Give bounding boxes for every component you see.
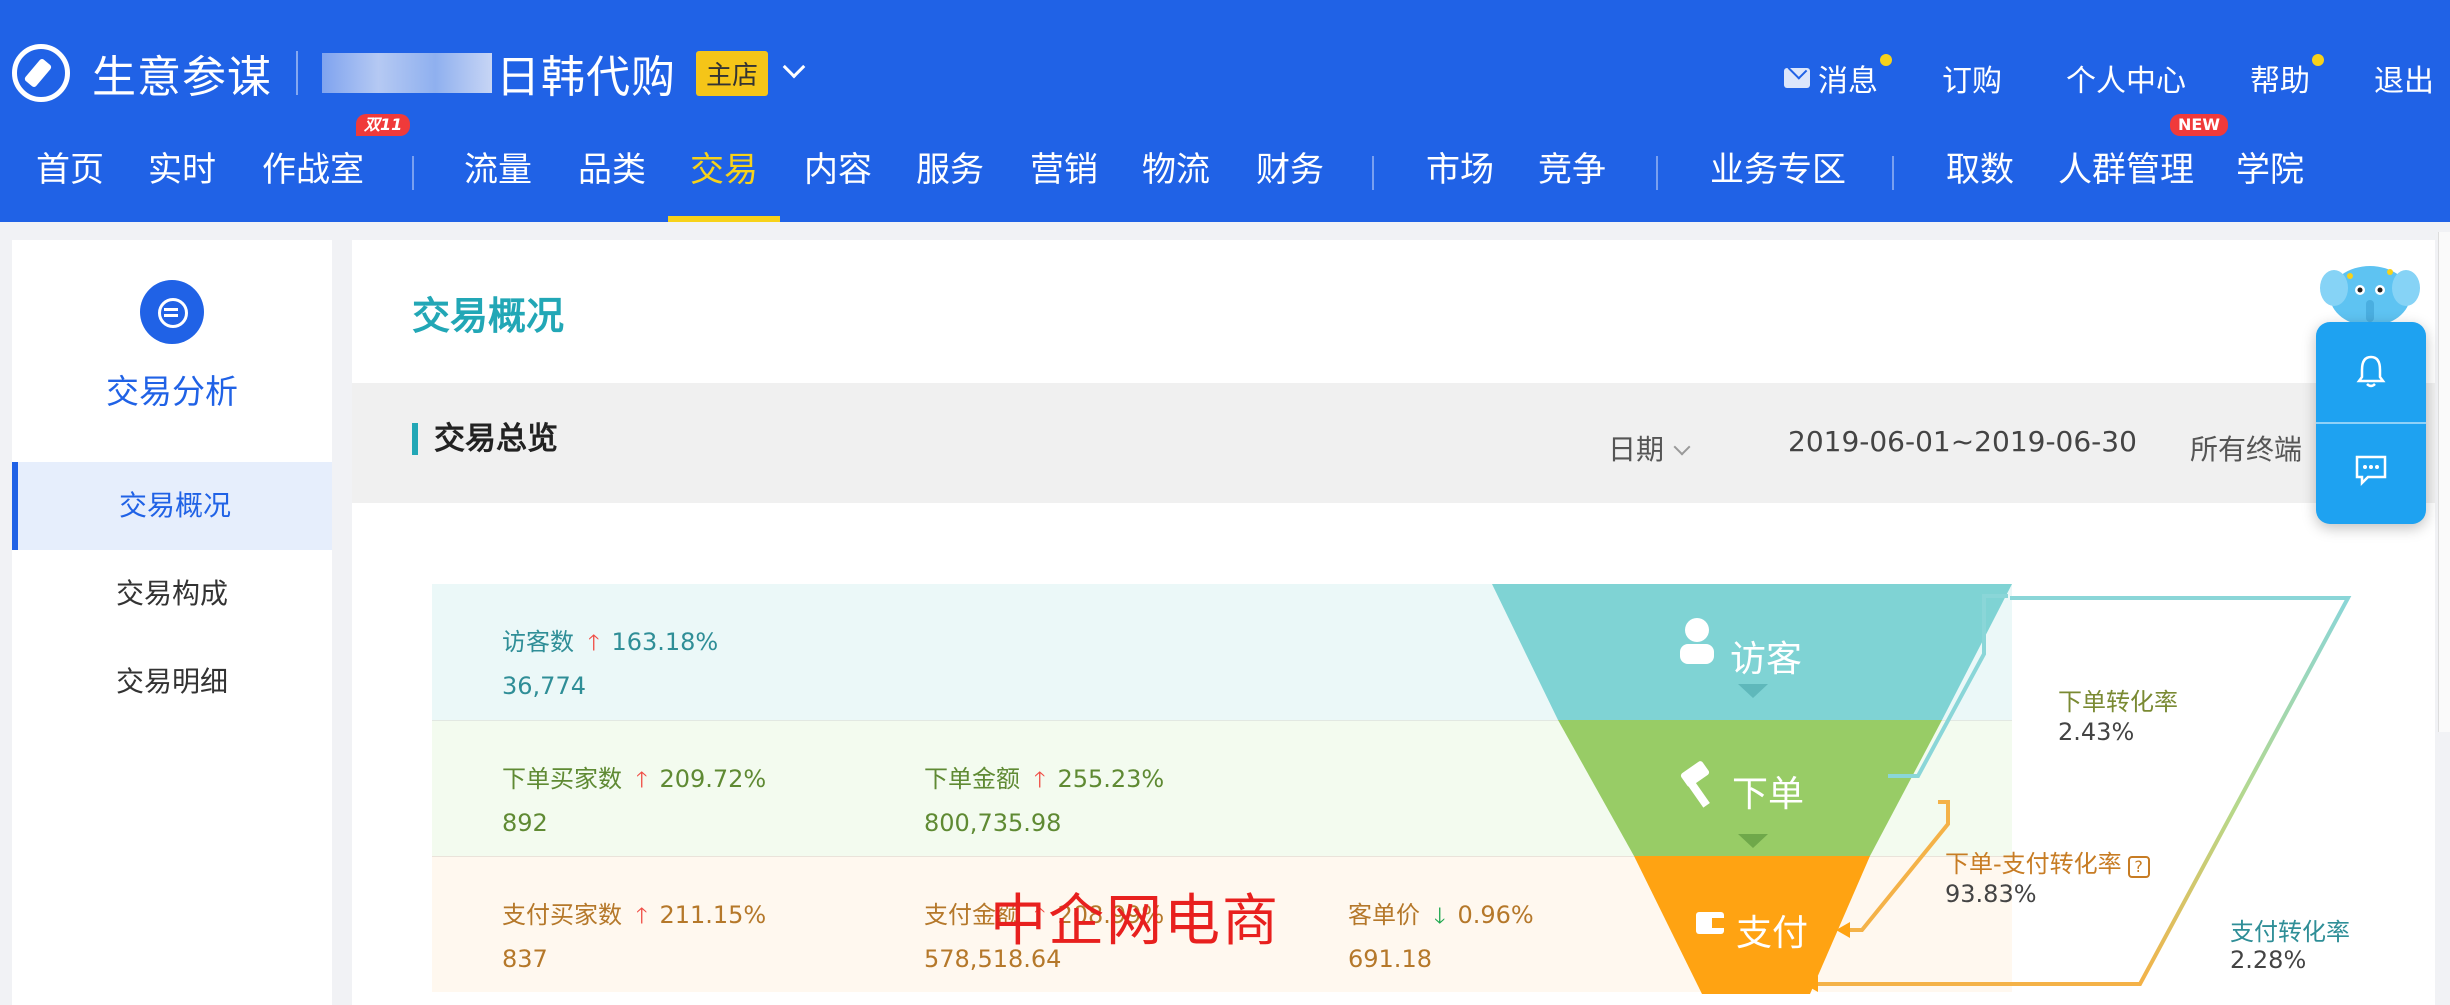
help-icon[interactable]: ? (2127, 856, 2150, 878)
pay-rate-value: 2.28% (2230, 946, 2307, 974)
bell-icon[interactable] (2356, 354, 2386, 388)
floating-toolbar (2316, 322, 2426, 524)
toolbar-divider (2316, 422, 2426, 424)
order-pay-rate-label: 下单-支付转化率? (1945, 844, 2150, 879)
watermark-text: 中企网电商 (990, 889, 1280, 954)
chat-icon[interactable] (2354, 454, 2388, 486)
order-pay-rate-value: 93.83% (1945, 880, 2037, 908)
order-pay-rate-text: 下单-支付转化率 (1945, 850, 2122, 878)
order-rate-label: 下单转化率 (2058, 688, 2178, 716)
funnel-label-visit: 访客 (1730, 639, 1803, 680)
funnel-label-order: 下单 (1732, 774, 1805, 815)
elephant-mascot-icon[interactable] (2320, 252, 2420, 328)
order-rate-value: 2.43% (2058, 718, 2135, 746)
scrollbar[interactable] (2438, 232, 2450, 732)
pay-rate-label: 支付转化率 (2230, 918, 2350, 946)
wallet-icon (1696, 912, 1724, 934)
funnel-label-pay: 支付 (1736, 913, 1809, 954)
